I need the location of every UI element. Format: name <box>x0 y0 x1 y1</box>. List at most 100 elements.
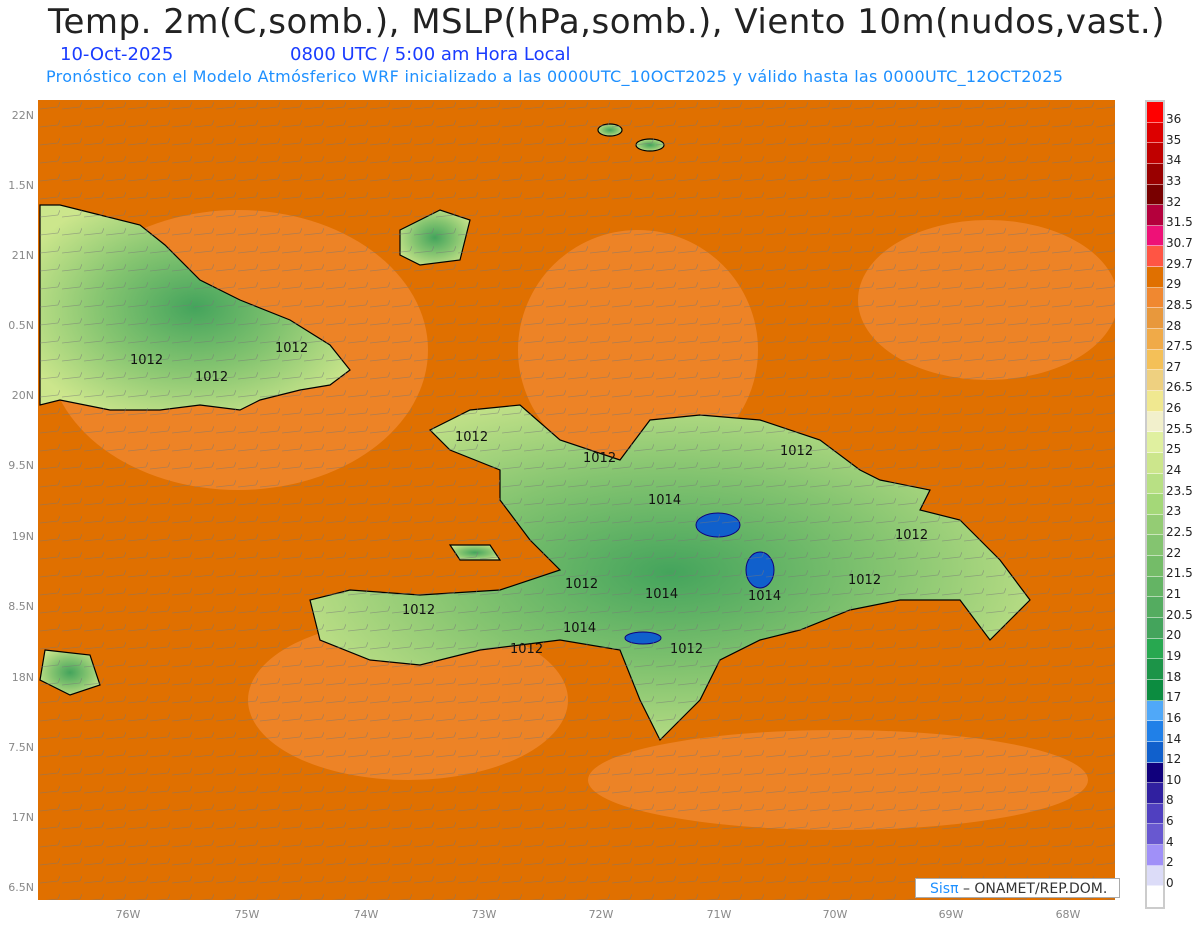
svg-text:1012: 1012 <box>848 573 881 588</box>
lon-label: 72W <box>588 908 614 921</box>
lat-label: 7.5N <box>8 741 34 754</box>
colorbar-swatch <box>1147 184 1163 206</box>
colorbar-label: 35 <box>1166 132 1182 147</box>
colorbar-swatch <box>1147 535 1163 557</box>
svg-text:1014: 1014 <box>648 493 681 508</box>
colorbar-label: 27 <box>1166 359 1182 374</box>
colorbar-label: 16 <box>1166 710 1182 725</box>
colorbar-label: 31.5 <box>1166 215 1193 230</box>
wind-barbs <box>38 100 1115 900</box>
lon-label: 73W <box>471 908 497 921</box>
colorbar-label: 36 <box>1166 112 1182 126</box>
colorbar-swatch <box>1147 762 1163 784</box>
colorbar-label: 14 <box>1166 731 1182 746</box>
svg-text:1012: 1012 <box>275 341 308 356</box>
lat-label: 21N <box>11 249 34 262</box>
svg-text:1012: 1012 <box>455 430 488 445</box>
colorbar-label: 34 <box>1166 153 1182 168</box>
colorbar-swatch <box>1147 163 1163 185</box>
colorbar-swatch <box>1147 390 1163 412</box>
colorbar-label: 10 <box>1166 772 1182 787</box>
lon-label: 74W <box>353 908 379 921</box>
svg-text:1012: 1012 <box>130 353 163 368</box>
colorbar-label: 26 <box>1166 401 1182 416</box>
svg-text:1012: 1012 <box>670 642 703 657</box>
colorbar-swatch <box>1147 659 1163 680</box>
svg-text:1014: 1014 <box>563 621 596 636</box>
forecast-time: 0800 UTC / 5:00 am Hora Local <box>290 44 571 65</box>
colorbar-swatch <box>1147 246 1163 268</box>
colorbar-label: 2 <box>1166 855 1174 870</box>
colorbar-label: 4 <box>1166 834 1174 849</box>
lon-label: 68W <box>1055 908 1081 921</box>
svg-text:1012: 1012 <box>895 528 928 543</box>
colorbar-label: 23 <box>1166 504 1182 519</box>
map-title: Temp. 2m(C,somb.), MSLP(hPa,somb.), Vien… <box>48 2 1165 42</box>
colorbar-label: 22 <box>1166 545 1182 560</box>
colorbar-swatch <box>1147 700 1163 722</box>
lon-label: 76W <box>115 908 141 921</box>
colorbar-swatch <box>1147 143 1163 164</box>
forecast-date: 10-Oct-2025 <box>60 44 174 65</box>
colorbar-label: 17 <box>1166 690 1182 705</box>
weather-map: 1012 1012 1012 1012 1012 1012 1014 1014 1014… <box>38 100 1115 900</box>
svg-text:1012: 1012 <box>510 642 543 657</box>
colorbar-swatch <box>1147 679 1163 701</box>
lat-label: 6.5N <box>8 881 34 894</box>
credit-box: Sisπ – ONAMET/REP.DOM. <box>915 878 1120 898</box>
colorbar-swatch <box>1147 267 1163 288</box>
colorbar-swatch <box>1147 308 1163 330</box>
colorbar-swatch <box>1147 824 1163 846</box>
colorbar-label: 27.5 <box>1166 339 1193 354</box>
temperature-colorbar <box>1145 100 1165 909</box>
colorbar-swatch <box>1147 473 1163 495</box>
colorbar-swatch <box>1147 349 1163 371</box>
svg-text:1012: 1012 <box>195 370 228 385</box>
colorbar-swatch <box>1147 597 1163 619</box>
svg-text:1012: 1012 <box>583 451 616 466</box>
colorbar-label: 24 <box>1166 463 1182 478</box>
colorbar-swatch <box>1147 102 1163 123</box>
colorbar-label: 26.5 <box>1166 380 1193 395</box>
colorbar-label: 21.5 <box>1166 566 1193 581</box>
colorbar-swatch <box>1147 886 1163 907</box>
colorbar-swatch <box>1147 514 1163 536</box>
lat-label: 17N <box>11 811 34 824</box>
colorbar-swatch <box>1147 803 1163 825</box>
colorbar-swatch <box>1147 452 1163 474</box>
lat-label: 19N <box>11 530 34 543</box>
colorbar-swatch <box>1147 556 1163 577</box>
colorbar-label: 20.5 <box>1166 607 1193 622</box>
colorbar-label: 12 <box>1166 752 1182 767</box>
colorbar-swatch <box>1147 122 1163 144</box>
svg-text:1012: 1012 <box>780 444 813 459</box>
colorbar-swatch <box>1147 494 1163 515</box>
colorbar-label: 0 <box>1166 876 1174 891</box>
lat-label: 1.5N <box>8 179 34 192</box>
colorbar-label: 30.7 <box>1166 235 1193 250</box>
colorbar-swatch <box>1147 576 1163 598</box>
colorbar-label: 33 <box>1166 173 1182 188</box>
colorbar-label: 21 <box>1166 586 1182 601</box>
colorbar-swatch <box>1147 329 1163 350</box>
colorbar-swatch <box>1147 411 1163 433</box>
colorbar-swatch <box>1147 845 1163 866</box>
colorbar-swatch <box>1147 205 1163 226</box>
lat-label: 9.5N <box>8 459 34 472</box>
colorbar-swatch <box>1147 721 1163 742</box>
svg-text:1012: 1012 <box>565 577 598 592</box>
colorbar-label: 25 <box>1166 442 1182 457</box>
lat-label: 22N <box>11 109 34 122</box>
colorbar-label: 19 <box>1166 648 1182 663</box>
colorbar-label: 32 <box>1166 194 1182 209</box>
svg-text:1014: 1014 <box>645 587 678 602</box>
colorbar-label: 6 <box>1166 814 1174 829</box>
lat-label: 8.5N <box>8 600 34 613</box>
lat-label: 0.5N <box>8 319 34 332</box>
svg-text:1014: 1014 <box>748 589 781 604</box>
colorbar-label: 28.5 <box>1166 297 1193 312</box>
colorbar-label: 22.5 <box>1166 525 1193 539</box>
credit-text: – ONAMET/REP.DOM. <box>958 881 1108 897</box>
colorbar-label: 23.5 <box>1166 483 1193 498</box>
sispi-logo: Sisπ <box>930 881 959 897</box>
